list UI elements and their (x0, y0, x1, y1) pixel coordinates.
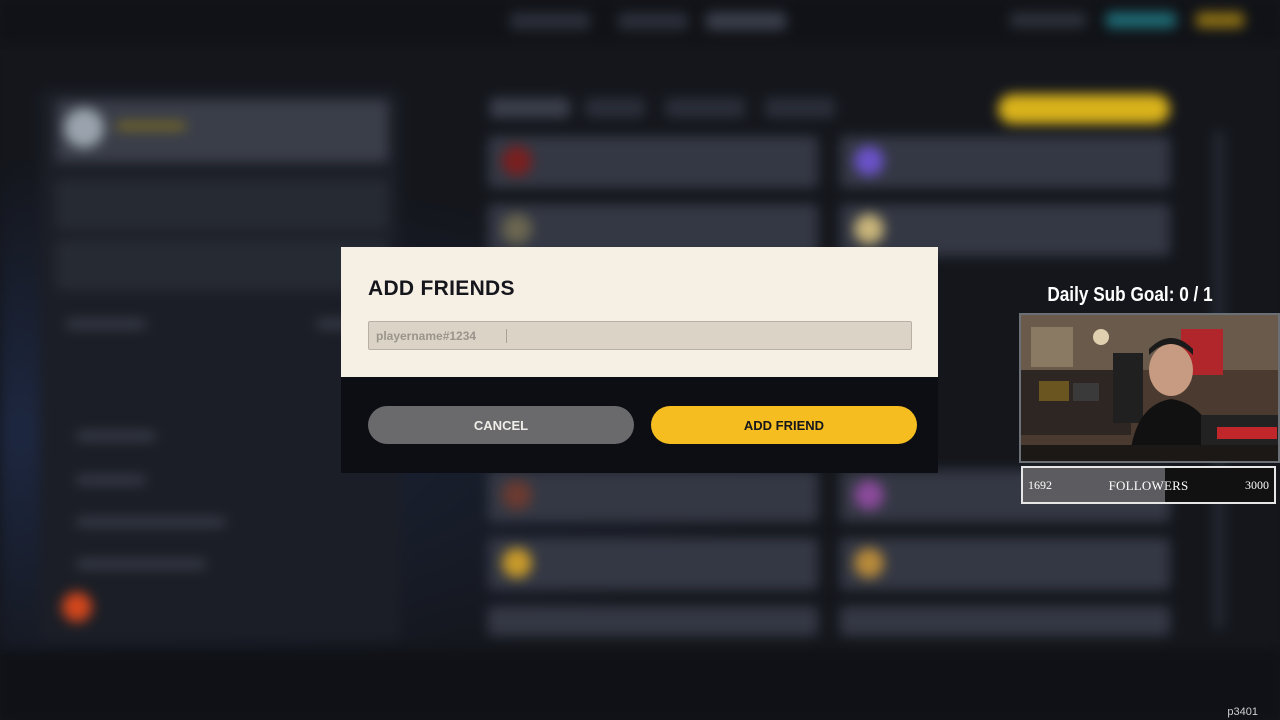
background-line (66, 320, 146, 328)
background-dot (854, 480, 884, 510)
background-dot (62, 592, 92, 622)
followers-label: FOLLOWERS (1108, 478, 1189, 493)
player-name-input[interactable] (368, 321, 912, 350)
background-bottom-bar (0, 650, 1280, 720)
corner-tag: p3401 (1227, 706, 1258, 718)
webcam-image (1021, 315, 1278, 461)
background-friend-card (488, 606, 818, 636)
background-currency (1010, 12, 1086, 28)
text-cursor (506, 329, 507, 343)
background-dot (502, 548, 532, 578)
followers-target: 3000 (1245, 478, 1269, 492)
background-line (76, 476, 146, 484)
background-line (116, 122, 186, 130)
background-profile-card (56, 100, 388, 162)
background-row (56, 240, 388, 290)
background-row (56, 180, 388, 230)
background-currency (1196, 12, 1244, 28)
background-avatar (64, 108, 104, 148)
background-friend-card (488, 538, 818, 590)
background-line (76, 432, 156, 440)
background-yellow-button (998, 94, 1170, 124)
modal-title: ADD FRIENDS (368, 277, 515, 300)
background-dot (502, 214, 532, 244)
background-tab (665, 98, 745, 118)
background-tab (585, 98, 645, 118)
background-friend-card (840, 606, 1170, 636)
background-tab (490, 98, 570, 118)
background-nav-item (618, 12, 688, 30)
add-friends-modal: ADD FRIENDS CANCEL ADD FRIEND (341, 247, 938, 473)
modal-header-area: ADD FRIENDS (341, 247, 938, 377)
background-friend-card (488, 136, 818, 188)
background-line (76, 518, 226, 526)
background-dot (502, 480, 532, 510)
add-friend-button[interactable]: ADD FRIEND (651, 406, 917, 444)
followers-goal-bar: 1692 FOLLOWERS 3000 (1021, 466, 1276, 504)
background-friend-card (840, 538, 1170, 590)
background-nav-item (510, 12, 590, 30)
background-nav-item (706, 12, 786, 30)
background-dot (502, 146, 532, 176)
background-currency (1106, 12, 1176, 28)
cancel-button[interactable]: CANCEL (368, 406, 634, 444)
background-dot (854, 548, 884, 578)
background-dot (854, 146, 884, 176)
background-dot (854, 214, 884, 244)
background-friend-card (488, 470, 818, 522)
daily-sub-goal: Daily Sub Goal: 0 / 1 (1047, 284, 1213, 306)
webcam-feed (1019, 313, 1280, 463)
background-tab (765, 98, 835, 118)
background-friend-card (840, 136, 1170, 188)
background-line (76, 560, 206, 568)
